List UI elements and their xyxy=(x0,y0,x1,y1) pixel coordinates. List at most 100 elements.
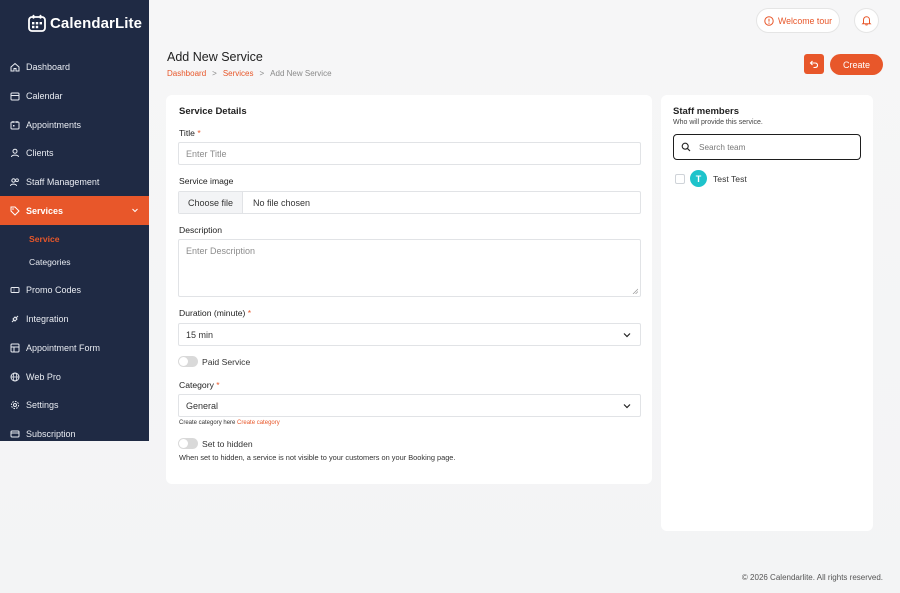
sidebar-item-settings[interactable]: Settings xyxy=(0,391,149,420)
category-select[interactable]: General xyxy=(178,394,641,417)
breadcrumb-separator: > xyxy=(259,69,265,78)
sidebar-nav: Dashboard Calendar Appointments Clients … xyxy=(0,53,149,448)
breadcrumb-current: Add New Service xyxy=(270,69,332,78)
required-mark: * xyxy=(247,308,252,318)
search-placeholder: Search team xyxy=(699,142,746,152)
title-label: Title * xyxy=(179,128,201,138)
tag-icon xyxy=(10,206,20,216)
create-button[interactable]: Create xyxy=(830,54,883,75)
avatar: T xyxy=(690,170,707,187)
info-icon xyxy=(764,15,774,26)
chevron-down-icon xyxy=(623,404,631,409)
duration-label: Duration (minute) * xyxy=(179,308,251,318)
sidebar-item-subscription[interactable]: Subscription xyxy=(0,420,149,449)
create-category-prefix: Create category here xyxy=(179,420,236,426)
description-textarea[interactable]: Enter Description xyxy=(178,239,641,297)
description-placeholder: Enter Description xyxy=(186,246,256,256)
staff-member-name: Test Test xyxy=(713,173,747,184)
sidebar-item-integration[interactable]: Integration xyxy=(0,305,149,334)
sidebar-item-label: Appointment Form xyxy=(26,342,101,353)
sidebar-item-label: Staff Management xyxy=(26,177,100,188)
duration-select[interactable]: 15 min xyxy=(178,323,641,346)
plug-icon xyxy=(10,314,20,324)
title-label-text: Title xyxy=(179,128,195,138)
staff-member-row[interactable]: T Test Test xyxy=(675,170,747,187)
create-category-link[interactable]: Create category xyxy=(237,420,280,426)
paid-service-label: Paid Service xyxy=(202,357,251,367)
staff-member-checkbox[interactable] xyxy=(675,173,685,184)
page-title: Add New Service xyxy=(167,50,263,64)
undo-icon xyxy=(809,60,819,69)
breadcrumb: Dashboard > Services > Add New Service xyxy=(167,69,332,78)
appointments-icon xyxy=(10,120,20,130)
staff-heading: Staff members xyxy=(673,106,739,117)
calendar-logo-icon xyxy=(28,14,46,32)
users-icon xyxy=(10,177,20,187)
choose-file-button[interactable]: Choose file xyxy=(179,192,243,213)
sidebar-item-label: Integration xyxy=(26,314,69,325)
duration-label-text: Duration (minute) xyxy=(179,308,246,318)
service-image-input[interactable]: Choose file No file chosen xyxy=(178,191,641,214)
sidebar-item-label: Dashboard xyxy=(26,62,71,73)
sidebar-subitem-service[interactable]: Service xyxy=(0,227,149,251)
required-mark: * xyxy=(197,128,201,138)
paid-service-toggle[interactable] xyxy=(178,356,198,367)
sidebar-item-label: Settings xyxy=(26,400,59,411)
sidebar-item-clients[interactable]: Clients xyxy=(0,139,149,168)
breadcrumb-dashboard[interactable]: Dashboard xyxy=(167,69,206,78)
category-value: General xyxy=(186,400,219,411)
service-details-card: Service Details Title * Enter Title Serv… xyxy=(166,95,652,484)
sidebar-item-dashboard[interactable]: Dashboard xyxy=(0,53,149,82)
sidebar: CalendarLite Dashboard Calendar Appointm… xyxy=(0,0,149,441)
sidebar-item-promo-codes[interactable]: Promo Codes xyxy=(0,276,149,305)
sidebar-item-services[interactable]: Services xyxy=(0,196,149,226)
sidebar-item-label: Calendar xyxy=(26,91,63,102)
app-logo[interactable]: CalendarLite xyxy=(28,12,142,34)
welcome-tour-label: Welcome tour xyxy=(777,15,833,26)
search-team-input[interactable]: Search team xyxy=(673,134,861,160)
sidebar-item-staff-management[interactable]: Staff Management xyxy=(0,168,149,197)
sidebar-item-label: Clients xyxy=(26,148,54,159)
staff-members-card: Staff members Who will provide this serv… xyxy=(661,95,873,531)
sidebar-item-label: Web Pro xyxy=(26,371,61,382)
back-button[interactable] xyxy=(804,54,824,74)
sidebar-item-appointments[interactable]: Appointments xyxy=(0,110,149,139)
sidebar-subitem-label: Service xyxy=(29,233,60,244)
title-placeholder: Enter Title xyxy=(186,148,227,159)
footer-copyright: © 2026 Calendarlite. All rights reserved… xyxy=(741,573,883,582)
hidden-toggle[interactable] xyxy=(178,438,198,449)
sidebar-subitem-label: Categories xyxy=(29,257,71,268)
file-status: No file chosen xyxy=(253,197,311,208)
sidebar-item-label: Services xyxy=(26,205,64,216)
sidebar-item-calendar[interactable]: Calendar xyxy=(0,82,149,111)
breadcrumb-services[interactable]: Services xyxy=(223,69,254,78)
welcome-tour-button[interactable]: Welcome tour xyxy=(756,8,840,33)
hidden-note: When set to hidden, a service is not vis… xyxy=(179,453,456,462)
resize-grip-icon[interactable] xyxy=(632,288,638,294)
required-mark: * xyxy=(216,380,220,390)
user-icon xyxy=(10,148,20,158)
search-icon xyxy=(681,142,691,152)
sidebar-item-label: Appointments xyxy=(26,119,82,130)
bell-icon xyxy=(861,16,872,26)
create-category-helper: Create category here Create category xyxy=(179,420,280,426)
sidebar-item-appointment-form[interactable]: Appointment Form xyxy=(0,334,149,363)
description-label: Description xyxy=(179,225,222,235)
sidebar-item-web-pro[interactable]: Web Pro xyxy=(0,362,149,391)
breadcrumb-separator: > xyxy=(212,69,217,78)
service-image-label: Service image xyxy=(179,176,234,186)
ticket-icon xyxy=(10,285,20,295)
duration-value: 15 min xyxy=(186,329,214,340)
app-name: CalendarLite xyxy=(50,14,143,32)
sidebar-item-label: Subscription xyxy=(26,428,76,439)
chevron-down-icon xyxy=(623,333,631,338)
calendar-icon xyxy=(10,91,20,101)
gear-icon xyxy=(10,400,20,410)
notifications-button[interactable] xyxy=(854,8,879,33)
title-input[interactable]: Enter Title xyxy=(178,142,641,165)
service-details-heading: Service Details xyxy=(179,106,247,117)
services-subnav: Service Categories xyxy=(0,225,149,277)
category-label: Category * xyxy=(179,380,220,390)
chevron-down-icon xyxy=(132,209,138,213)
sidebar-subitem-categories[interactable]: Categories xyxy=(0,251,149,275)
